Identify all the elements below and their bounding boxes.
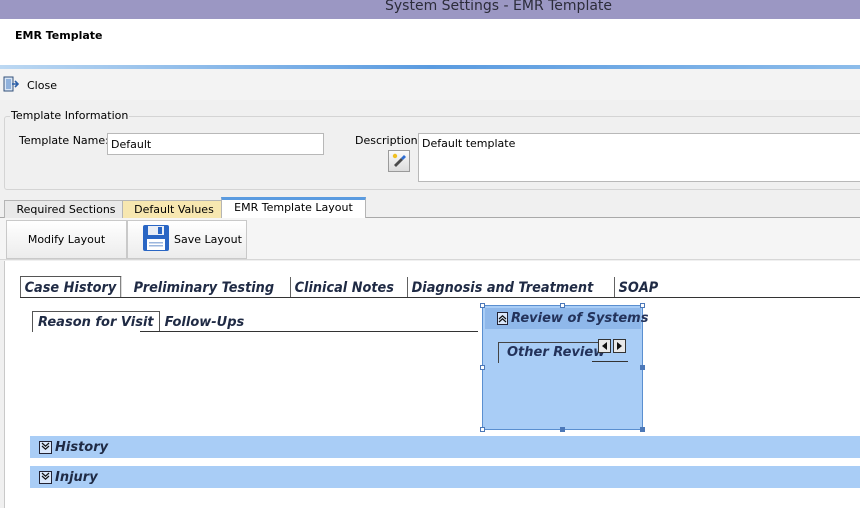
- tab-other-review[interactable]: Other Review: [498, 342, 610, 363]
- description-label: Description:: [355, 134, 422, 147]
- section-injury-title: Injury: [55, 469, 98, 485]
- resize-handle[interactable]: [640, 365, 645, 370]
- expand-button[interactable]: [39, 470, 52, 484]
- tab-reason-for-visit[interactable]: Reason for Visit: [32, 311, 160, 332]
- review-subtabs-baseline: [592, 361, 628, 362]
- tab-emr-template-layout[interactable]: EMR Template Layout: [221, 197, 366, 218]
- edit-description-button[interactable]: [388, 150, 410, 172]
- resize-handle[interactable]: [480, 365, 485, 370]
- double-chevron-up-icon: [498, 312, 507, 326]
- window-title: System Settings - EMR Template: [385, 0, 613, 14]
- resize-handle[interactable]: [640, 427, 645, 432]
- expand-button[interactable]: [39, 440, 52, 454]
- resize-handle[interactable]: [560, 427, 565, 432]
- scroll-left-button[interactable]: [598, 339, 611, 353]
- section-injury[interactable]: Injury: [30, 466, 860, 488]
- resize-handle[interactable]: [480, 303, 485, 308]
- tab-clinical-notes[interactable]: Clinical Notes: [290, 277, 398, 298]
- page-header: EMR Template: [0, 19, 860, 65]
- tab-case-history[interactable]: Case History: [20, 276, 121, 298]
- double-chevron-down-icon: [41, 440, 50, 454]
- main-tabs: Case History Preliminary Testing Clinica…: [20, 276, 666, 298]
- tab-default-values[interactable]: Default Values: [122, 200, 226, 218]
- tab-follow-ups[interactable]: Follow-Ups: [160, 312, 250, 332]
- review-of-systems-title: Review of Systems: [511, 311, 649, 326]
- floppy-disk-icon: [142, 224, 170, 255]
- tab-soap[interactable]: SOAP: [613, 277, 662, 298]
- toolbar: Close: [0, 69, 860, 100]
- template-name-input[interactable]: [107, 133, 324, 155]
- collapse-button[interactable]: [497, 312, 508, 325]
- tab-required-sections[interactable]: Required Sections: [4, 200, 128, 218]
- tab-diagnosis-and-treatment[interactable]: Diagnosis and Treatment: [407, 277, 597, 298]
- template-name-label: Template Name:: [19, 134, 109, 147]
- modify-layout-button[interactable]: Modify Layout: [6, 220, 127, 259]
- review-of-systems-header: Review of Systems: [485, 308, 648, 329]
- section-history-title: History: [55, 439, 109, 455]
- arrow-right-icon: [616, 339, 623, 353]
- save-layout-button[interactable]: Save Layout: [127, 220, 247, 259]
- close-label: Close: [27, 78, 57, 92]
- sub-tabs-baseline: [140, 331, 478, 332]
- tab-preliminary-testing[interactable]: Preliminary Testing: [130, 277, 278, 298]
- resize-handle[interactable]: [640, 303, 645, 308]
- close-button[interactable]: Close: [3, 76, 57, 95]
- main-tabs-baseline: [20, 297, 860, 298]
- page-title: EMR Template: [15, 29, 103, 42]
- double-chevron-down-icon: [41, 470, 50, 484]
- pen-icon: [391, 152, 407, 171]
- section-history[interactable]: History: [30, 436, 860, 458]
- sub-tabs: Reason for Visit Follow-Ups: [32, 310, 249, 332]
- close-icon: [3, 76, 20, 95]
- modify-layout-label: Modify Layout: [27, 233, 106, 246]
- description-input[interactable]: Default template: [418, 133, 860, 182]
- window-titlebar: System Settings - EMR Template: [0, 0, 860, 19]
- resize-handle[interactable]: [480, 427, 485, 432]
- resize-handle[interactable]: [560, 303, 565, 308]
- arrow-left-icon: [601, 339, 608, 353]
- scroll-right-button[interactable]: [613, 339, 626, 353]
- template-info-legend: Template Information: [10, 109, 130, 122]
- save-layout-label: Save Layout: [174, 233, 242, 246]
